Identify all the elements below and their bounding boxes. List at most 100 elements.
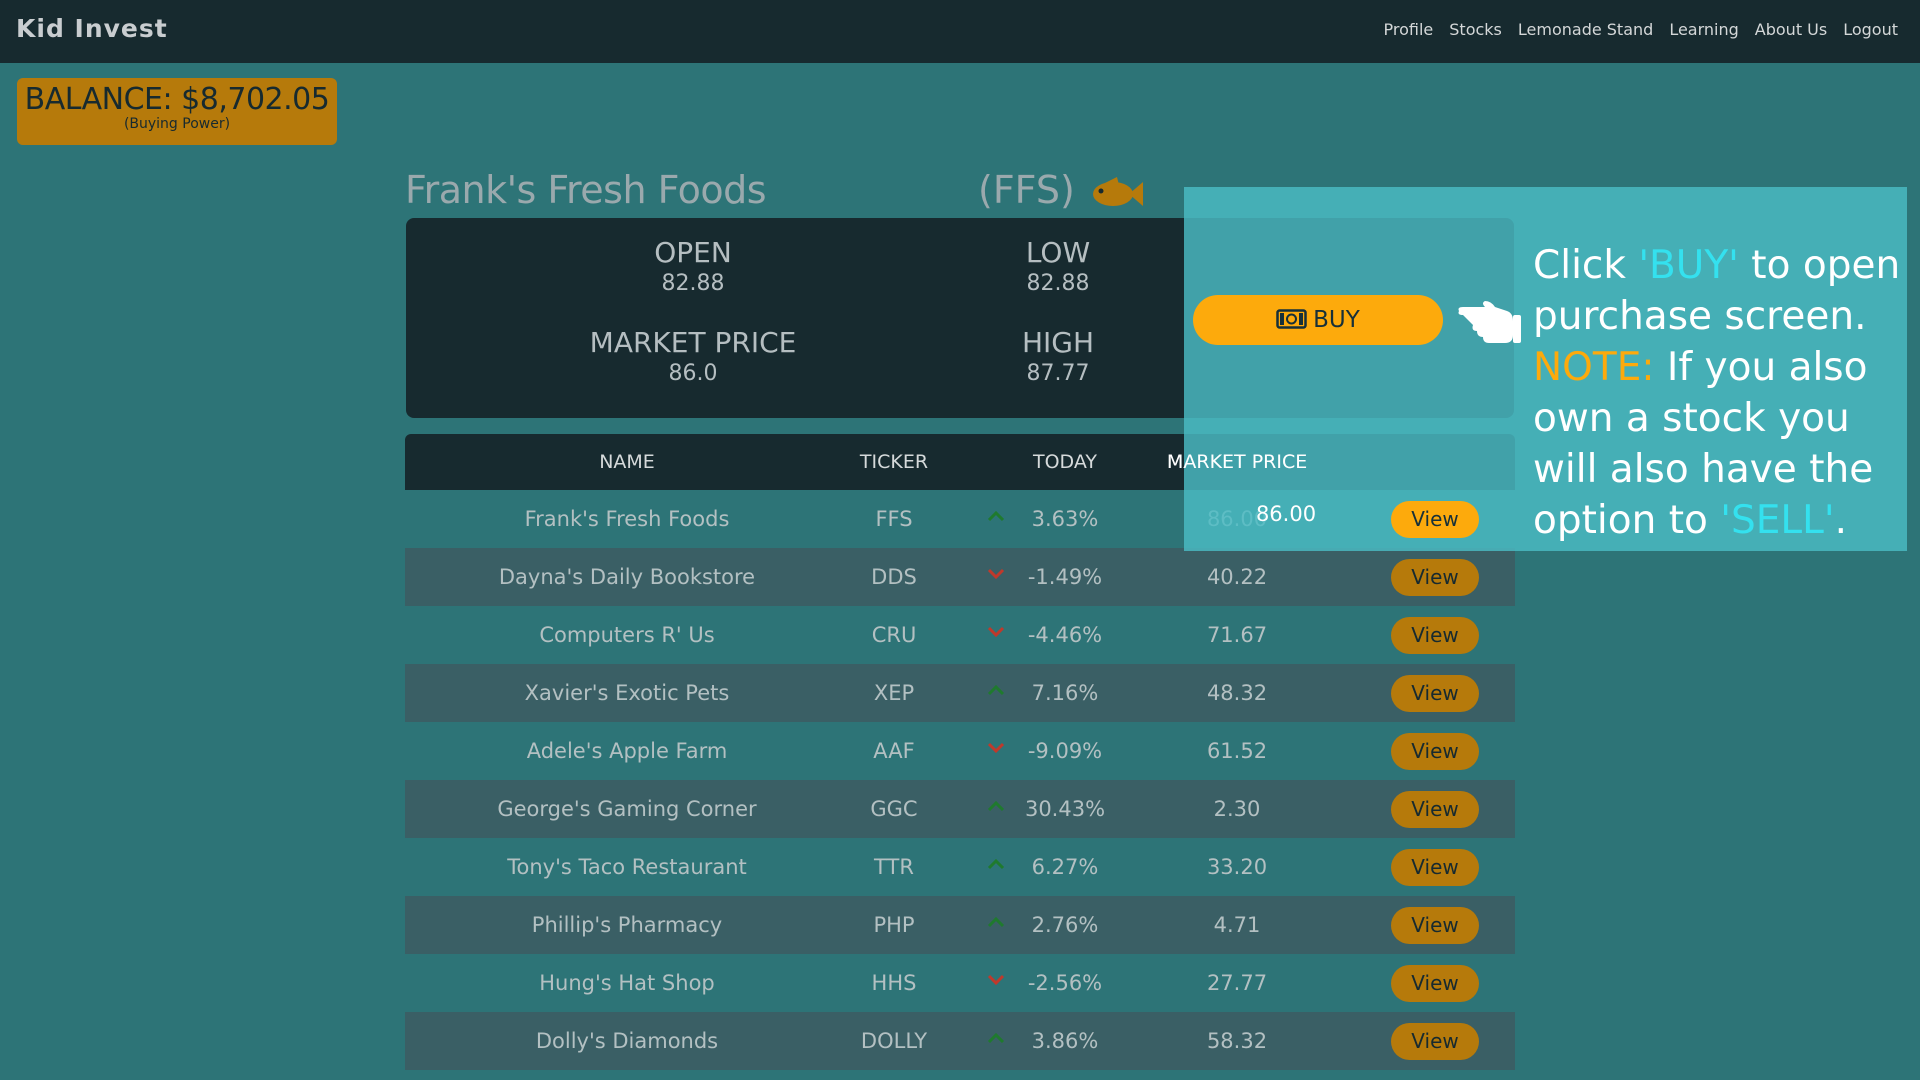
view-button[interactable]: View: [1391, 617, 1479, 654]
table-row: George's Gaming Corner GGC 30.43% 2.30 View: [405, 780, 1515, 838]
stat-high-value: 87.77: [1026, 361, 1090, 386]
stat-high-label: HIGH: [1021, 326, 1095, 359]
stat-low: LOW 82.88: [908, 236, 1208, 296]
view-button[interactable]: View: [1391, 849, 1479, 886]
row-name: Computers R' Us: [539, 623, 715, 647]
row-today: -2.56%: [1027, 971, 1103, 995]
row-price: 58.32: [1206, 1029, 1268, 1053]
table-body: Frank's Fresh FoodsFFS3.63%86.00ViewDayn…: [405, 490, 1515, 1070]
row-price: 40.22: [1206, 565, 1268, 589]
row-name: Dayna's Daily Bookstore: [498, 565, 756, 589]
view-button[interactable]: View: [1391, 965, 1479, 1002]
row-price: 61.52: [1206, 739, 1268, 763]
row-price: 4.71: [1213, 913, 1261, 937]
highlighted-row-price: 86.00: [1255, 502, 1317, 526]
row-today: 6.27%: [1031, 855, 1099, 879]
row-today: 7.16%: [1031, 681, 1099, 705]
row-price: 33.20: [1206, 855, 1268, 879]
row-today: 3.63%: [1031, 507, 1099, 531]
view-button[interactable]: View: [1391, 675, 1479, 712]
nav-link-learning[interactable]: Learning: [1669, 20, 1738, 39]
row-ticker: XEP: [873, 681, 915, 705]
row-name: Hung's Hat Shop: [539, 971, 715, 995]
buy-button-label: BUY: [1313, 307, 1360, 333]
row-name: Xavier's Exotic Pets: [524, 681, 730, 705]
nav-link-about-us[interactable]: About Us: [1755, 20, 1827, 39]
table-row: Xavier's Exotic Pets XEP 7.16% 48.32 View: [405, 664, 1515, 722]
row-ticker: AAF: [873, 739, 915, 763]
row-ticker: DOLLY: [860, 1029, 928, 1053]
row-name: George's Gaming Corner: [497, 797, 757, 821]
view-button[interactable]: View: [1391, 1023, 1479, 1060]
header-market-price-highlight: MARKET PRICE: [1167, 451, 1308, 473]
tutorial-text: Click 'BUY' to open purchase screen. NOT…: [1533, 240, 1913, 546]
nav-link-lemonade-stand[interactable]: Lemonade Stand: [1518, 20, 1653, 39]
table-row: Hung's Hat Shop HHS -2.56% 27.77 View: [405, 954, 1515, 1012]
row-name: Adele's Apple Farm: [526, 739, 728, 763]
fish-icon: [1093, 177, 1143, 206]
header-today: TODAY: [1033, 451, 1097, 473]
nav-link-logout[interactable]: Logout: [1843, 20, 1898, 39]
stat-low-value: 82.88: [1026, 271, 1090, 296]
balance-amount: BALANCE: $8,702.05: [24, 82, 330, 117]
tutorial-part1: Click: [1533, 243, 1639, 288]
stat-market-price: MARKET PRICE 86.0: [543, 326, 843, 386]
stock-ticker: (FFS): [978, 168, 1075, 212]
view-button[interactable]: View: [1391, 559, 1479, 596]
money-icon: [1276, 308, 1307, 329]
table-row: Dayna's Daily Bookstore DDS -1.49% 40.22 Vie…: [405, 548, 1515, 606]
view-button[interactable]: View: [1391, 791, 1479, 828]
row-today: 30.43%: [1024, 797, 1106, 821]
table-row: Tony's Taco Restaurant TTR 6.27% 33.20 View: [405, 838, 1515, 896]
pointing-hand-icon: [1458, 301, 1521, 343]
row-price: 48.32: [1206, 681, 1268, 705]
tutorial-buy-word: 'BUY': [1638, 243, 1739, 288]
view-button[interactable]: View: [1391, 907, 1479, 944]
nav-link-stocks[interactable]: Stocks: [1449, 20, 1502, 39]
row-name: Dolly's Diamonds: [535, 1029, 719, 1053]
stat-market-price-value: 86.0: [668, 361, 718, 386]
stat-open-value: 82.88: [661, 271, 725, 296]
table-row: Dolly's Diamonds DOLLY 3.86% 58.32 View: [405, 1012, 1515, 1070]
row-today: -1.49%: [1027, 565, 1103, 589]
view-button[interactable]: View: [1391, 733, 1479, 770]
stat-market-price-label: MARKET PRICE: [589, 326, 797, 359]
row-name: Frank's Fresh Foods: [524, 507, 730, 531]
balance-subtitle: (Buying Power): [123, 116, 231, 132]
table-row: Adele's Apple Farm AAF -9.09% 61.52 View: [405, 722, 1515, 780]
row-ticker: TTR: [874, 855, 914, 879]
row-today: -4.46%: [1027, 623, 1103, 647]
header-ticker: TICKER: [859, 451, 929, 473]
stat-open-label: OPEN: [654, 236, 732, 269]
row-today: 3.86%: [1031, 1029, 1099, 1053]
row-name: Tony's Taco Restaurant: [507, 855, 747, 879]
row-name: Phillip's Pharmacy: [531, 913, 723, 937]
stat-low-label: LOW: [1025, 236, 1091, 269]
stat-open: OPEN 82.88: [543, 236, 843, 296]
row-today: -9.09%: [1027, 739, 1103, 763]
nav-link-profile[interactable]: Profile: [1384, 20, 1434, 39]
logo[interactable]: Kid Invest: [16, 14, 168, 43]
buy-button[interactable]: BUY: [1193, 295, 1443, 345]
row-ticker: FFS: [875, 507, 913, 531]
row-today: 2.76%: [1031, 913, 1099, 937]
row-price: 71.67: [1206, 623, 1268, 647]
stat-high: HIGH 87.77: [908, 326, 1208, 386]
tutorial-sell-word: 'SELL': [1720, 498, 1835, 543]
stock-name: Frank's Fresh Foods: [405, 168, 767, 212]
tutorial-note-word: NOTE:: [1533, 345, 1655, 390]
row-ticker: DDS: [871, 565, 917, 589]
row-price: 27.77: [1206, 971, 1268, 995]
row-ticker: HHS: [871, 971, 917, 995]
balance-box: BALANCE: $8,702.05 (Buying Power): [17, 78, 337, 145]
table-row: Computers R' Us CRU -4.46% 71.67 View: [405, 606, 1515, 664]
header-name: NAME: [599, 451, 655, 473]
nav-links: Profile Stocks Lemonade Stand Learning A…: [1384, 20, 1898, 39]
row-ticker: PHP: [873, 913, 915, 937]
highlighted-row-view-button[interactable]: View: [1391, 501, 1479, 538]
row-ticker: CRU: [871, 623, 917, 647]
tutorial-part4: .: [1834, 498, 1847, 543]
table-row: Phillip's Pharmacy PHP 2.76% 4.71 View: [405, 896, 1515, 954]
row-price: 2.30: [1213, 797, 1261, 821]
navbar: Kid Invest Profile Stocks Lemonade Stand…: [0, 0, 1920, 63]
